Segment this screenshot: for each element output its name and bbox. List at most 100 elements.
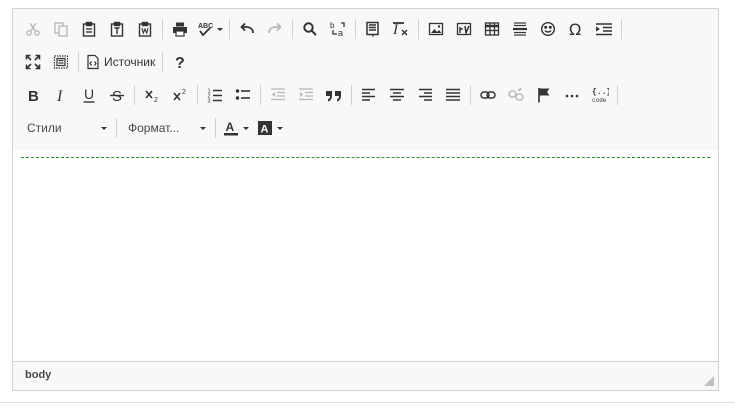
paste-text-button[interactable] — [103, 16, 131, 42]
chevron-down-icon — [200, 126, 206, 130]
find-button[interactable] — [296, 16, 324, 42]
italic-icon: I — [56, 88, 63, 103]
underline-button[interactable]: U — [75, 82, 103, 108]
horizontal-rule-button[interactable] — [506, 16, 534, 42]
toolbar-separator — [617, 85, 618, 105]
svg-text:I: I — [392, 22, 399, 37]
align-center-button[interactable] — [383, 82, 411, 108]
align-justify-icon — [446, 88, 460, 101]
horizontal-rule-icon — [513, 22, 527, 36]
code-snippet-button[interactable]: {..}code — [586, 82, 614, 108]
flash-button[interactable] — [450, 16, 478, 42]
page-break-button[interactable] — [590, 16, 618, 42]
outdent-icon — [271, 88, 285, 101]
toolbar-separator — [418, 19, 419, 39]
undo-icon — [240, 22, 254, 34]
show-blocks-button[interactable] — [47, 49, 75, 75]
toolbar-separator — [355, 19, 356, 39]
spellcheck-button[interactable]: ABC — [194, 16, 226, 42]
block-outline-dashed-line — [21, 157, 710, 158]
flag-icon — [538, 88, 550, 103]
print-icon — [173, 22, 187, 37]
cut-icon — [26, 22, 40, 36]
unlink-button[interactable] — [502, 82, 530, 108]
align-left-icon — [362, 88, 375, 101]
more-button[interactable] — [558, 82, 586, 108]
anchor-button[interactable] — [530, 82, 558, 108]
editor-content-area[interactable] — [13, 150, 718, 362]
toolbar-separator — [162, 52, 164, 72]
remove-format-icon: I — [392, 22, 408, 37]
copy-button[interactable] — [47, 16, 75, 42]
subscript-button[interactable]: 2 — [138, 82, 166, 108]
paste-word-button[interactable] — [131, 16, 159, 42]
source-button[interactable]: Источник — [82, 49, 159, 75]
superscript-button[interactable]: 2 — [166, 82, 194, 108]
outdent-button[interactable] — [264, 82, 292, 108]
svg-text:I: I — [56, 88, 63, 103]
background-color-button[interactable]: A — [253, 115, 287, 141]
svg-text:3: 3 — [208, 99, 211, 104]
rich-text-editor: ABC ba I Ω Источник ? B I U S 2 2 1 2 3 … — [12, 8, 719, 391]
toolbar-separator — [197, 85, 198, 105]
align-left-button[interactable] — [355, 82, 383, 108]
quote-icon — [326, 91, 341, 102]
link-button[interactable] — [474, 82, 502, 108]
toolbar-separator — [215, 118, 216, 138]
align-center-icon — [390, 88, 404, 101]
toolbar-separator — [78, 52, 79, 72]
styles-dropdown-label: Стили — [27, 121, 62, 135]
italic-button[interactable]: I — [47, 82, 75, 108]
source-icon — [87, 54, 99, 70]
bulleted-list-button[interactable] — [229, 82, 257, 108]
toolbar-row-2: Источник ? — [19, 47, 712, 77]
print-button[interactable] — [166, 16, 194, 42]
toolbar-row-3: B I U S 2 2 123 {.. code — [19, 80, 712, 110]
smiley-button[interactable] — [534, 16, 562, 42]
paste-word-icon — [138, 21, 152, 37]
maximize-button[interactable] — [19, 49, 47, 75]
bold-button[interactable]: B — [19, 82, 47, 108]
editor-statusbar: body — [13, 361, 718, 390]
align-right-button[interactable] — [411, 82, 439, 108]
svg-text:2: 2 — [154, 97, 158, 103]
help-button[interactable]: ? — [166, 49, 194, 75]
toolbar-separator — [351, 85, 352, 105]
chevron-down-icon — [101, 126, 107, 130]
bold-icon: B — [28, 88, 39, 103]
page-break-icon — [596, 23, 612, 36]
undo-button[interactable] — [233, 16, 261, 42]
underline-icon: U — [83, 87, 95, 103]
background-color-icon: A — [258, 121, 272, 136]
special-char-button[interactable]: Ω — [562, 16, 590, 42]
redo-button[interactable] — [261, 16, 289, 42]
format-dropdown[interactable]: Формат... — [120, 116, 212, 140]
paste-text-icon — [110, 21, 124, 37]
cut-button[interactable] — [19, 16, 47, 42]
svg-text:A: A — [226, 120, 235, 134]
blockquote-button[interactable] — [320, 82, 348, 108]
search-icon — [303, 22, 317, 36]
text-color-button[interactable]: A — [219, 115, 253, 141]
element-path[interactable]: body — [25, 369, 51, 381]
svg-text:code: code — [592, 97, 607, 103]
toolbar-separator — [621, 19, 622, 39]
table-button[interactable] — [478, 16, 506, 42]
toolbar-separator — [260, 85, 261, 105]
select-all-button[interactable] — [359, 16, 387, 42]
show-blocks-icon — [53, 55, 69, 69]
numbered-list-button[interactable]: 123 — [201, 82, 229, 108]
resize-handle-icon[interactable] — [704, 376, 714, 386]
justify-button[interactable] — [439, 82, 467, 108]
strike-button[interactable]: S — [103, 82, 131, 108]
remove-format-button[interactable]: I — [387, 16, 415, 42]
styles-dropdown[interactable]: Стили — [19, 116, 113, 140]
paste-button[interactable] — [75, 16, 103, 42]
indent-button[interactable] — [292, 82, 320, 108]
align-right-icon — [419, 88, 432, 101]
image-button[interactable] — [422, 16, 450, 42]
toolbar-separator — [292, 19, 293, 39]
replace-button[interactable]: ba — [324, 16, 352, 42]
paste-icon — [82, 21, 96, 37]
subscript-icon: 2 — [145, 90, 158, 103]
